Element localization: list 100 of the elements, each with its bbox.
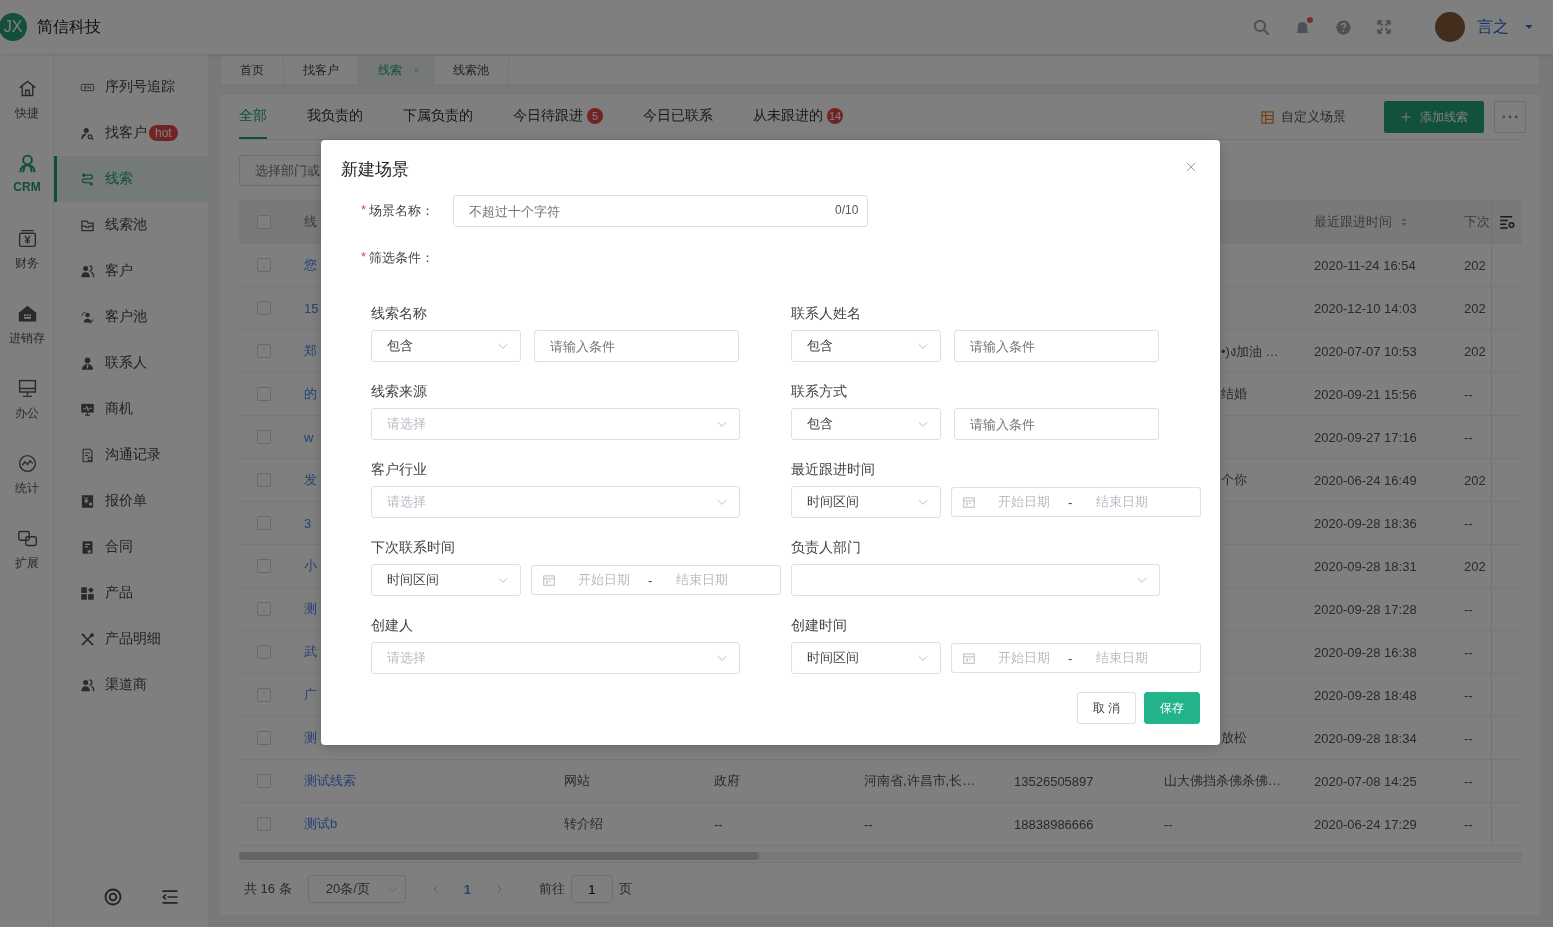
page-tab[interactable]: 线索	[359, 56, 434, 84]
row-checkbox[interactable]	[257, 516, 271, 530]
menu-item[interactable]: 线索	[54, 156, 208, 202]
table-cell: --	[1464, 515, 1473, 531]
module-nav-item[interactable]: CRM	[0, 139, 54, 214]
custom-scene-button[interactable]: 自定义场景	[1254, 107, 1352, 127]
lead-name-link[interactable]: 3	[304, 515, 312, 531]
lead-name-link[interactable]: 测	[304, 730, 317, 745]
lead-name-link[interactable]: 小	[304, 558, 317, 573]
user-name[interactable]: 言之	[1477, 16, 1509, 38]
row-checkbox[interactable]	[257, 817, 271, 831]
menu-item[interactable]: 渠道商	[54, 662, 208, 708]
help-icon[interactable]	[1334, 17, 1353, 37]
condition-input[interactable]: 请输入条件	[954, 330, 1159, 362]
lead-name-link[interactable]: 测试线索	[304, 773, 356, 788]
table-cell: 放松	[1221, 730, 1247, 745]
operator-select[interactable]: 时间区间	[371, 564, 521, 596]
option-select[interactable]	[791, 564, 1160, 596]
row-checkbox[interactable]	[257, 387, 271, 401]
scene-tab[interactable]: 今日已联系	[643, 95, 713, 139]
module-nav-item[interactable]: 进销存	[0, 289, 54, 364]
date-range-field[interactable]: 开始日期 - 结束日期	[951, 643, 1201, 673]
fullscreen-icon[interactable]	[1375, 18, 1393, 36]
table-cell: 202	[1464, 257, 1486, 273]
lead-name-link[interactable]: w	[304, 429, 314, 445]
menu-item[interactable]: 客户池	[54, 294, 208, 340]
close-icon[interactable]	[412, 65, 421, 75]
module-nav-item[interactable]: 统计	[0, 439, 54, 514]
cancel-button[interactable]: 取 消	[1076, 692, 1136, 724]
option-select[interactable]: 请选择	[371, 642, 740, 674]
menu-item[interactable]: 客户	[54, 248, 208, 294]
menu-item[interactable]: 线索池	[54, 202, 208, 248]
option-select[interactable]: 请选择	[371, 486, 740, 518]
target-icon[interactable]	[102, 887, 123, 907]
horizontal-scrollbar[interactable]	[239, 852, 1522, 860]
menu-item[interactable]: 沟通记录	[54, 432, 208, 478]
option-select[interactable]: 请选择	[371, 408, 740, 440]
row-checkbox[interactable]	[257, 473, 271, 487]
module-nav-item[interactable]: 财务	[0, 214, 54, 289]
operator-select[interactable]: 时间区间	[791, 642, 941, 674]
row-checkbox[interactable]	[257, 301, 271, 315]
row-checkbox[interactable]	[257, 774, 271, 788]
lead-name-link[interactable]: 武	[304, 644, 317, 659]
row-checkbox[interactable]	[257, 602, 271, 616]
search-icon[interactable]	[1252, 17, 1271, 37]
save-button[interactable]: 保存	[1144, 692, 1200, 724]
table-cell: 山大佛挡杀佛杀佛…	[1164, 773, 1281, 788]
date-range-field[interactable]: 开始日期 - 结束日期	[951, 487, 1201, 517]
page-number[interactable]: 1	[463, 881, 471, 897]
condition-label: 联系人姓名	[791, 305, 862, 323]
module-nav-item[interactable]: 扩展	[0, 514, 54, 589]
select-all-checkbox[interactable]	[257, 214, 271, 229]
lead-name-link[interactable]: 广	[304, 687, 317, 702]
menu-item[interactable]: 找客户 hot	[54, 110, 208, 156]
module-nav-item[interactable]: 快捷	[0, 64, 54, 139]
lead-name-link[interactable]: 您	[304, 257, 317, 272]
lead-name-link[interactable]: 发	[304, 472, 317, 487]
operator-select[interactable]: 包含	[371, 330, 521, 362]
menu-item[interactable]: 联系人	[54, 340, 208, 386]
condition-input[interactable]: 请输入条件	[954, 408, 1159, 440]
row-checkbox[interactable]	[257, 430, 271, 444]
page-size-select[interactable]: 20条/页	[307, 875, 406, 903]
table-cell: 2020-07-08 14:25	[1314, 773, 1417, 789]
page-tab[interactable]: 首页	[221, 56, 284, 84]
row-checkbox[interactable]	[257, 344, 271, 358]
row-checkbox[interactable]	[257, 688, 271, 702]
scene-tab[interactable]: 全部	[239, 95, 267, 139]
avatar[interactable]	[1435, 12, 1465, 42]
scene-tab[interactable]: 从未跟进的 14	[753, 95, 844, 139]
operator-select[interactable]: 包含	[791, 330, 941, 362]
condition-input[interactable]: 请输入条件	[534, 330, 739, 362]
lead-name-link[interactable]: 测试b	[304, 816, 338, 831]
module-nav-item[interactable]: 办公	[0, 364, 54, 439]
menu-item[interactable]: 商机	[54, 386, 208, 432]
scene-tab[interactable]: 今日待跟进 5	[513, 95, 603, 139]
row-checkbox[interactable]	[257, 645, 271, 659]
lead-name-link[interactable]: 15	[304, 300, 319, 316]
page-jump-field[interactable]: 1	[570, 875, 613, 903]
lead-name-link[interactable]: 测	[304, 601, 317, 616]
row-checkbox[interactable]	[257, 258, 271, 272]
lead-name-link[interactable]: 的	[304, 386, 317, 401]
menu-item[interactable]: 合同	[54, 524, 208, 570]
lead-name-link[interactable]: 郑	[304, 343, 317, 358]
row-checkbox[interactable]	[257, 731, 271, 745]
row-checkbox[interactable]	[257, 559, 271, 573]
grid-squares-icon	[80, 585, 95, 601]
close-button[interactable]	[1184, 160, 1198, 174]
operator-select[interactable]: 时间区间	[791, 486, 941, 518]
page-tab[interactable]: 线索池	[434, 56, 509, 84]
scene-tab[interactable]: 我负责的	[307, 95, 363, 139]
date-range-field[interactable]: 开始日期 - 结束日期	[531, 565, 781, 595]
menu-item[interactable]: 产品明细	[54, 616, 208, 662]
operator-select[interactable]: 包含	[791, 408, 941, 440]
menu-item[interactable]: 报价单	[54, 478, 208, 524]
scene-tab[interactable]: 下属负责的	[403, 95, 473, 139]
menu-item[interactable]: 序列号追踪	[54, 64, 208, 110]
more-button[interactable]	[1494, 101, 1526, 133]
add-lead-button[interactable]: 添加线索	[1384, 101, 1484, 133]
tray-icon	[80, 217, 95, 233]
menu-item[interactable]: 产品	[54, 570, 208, 616]
